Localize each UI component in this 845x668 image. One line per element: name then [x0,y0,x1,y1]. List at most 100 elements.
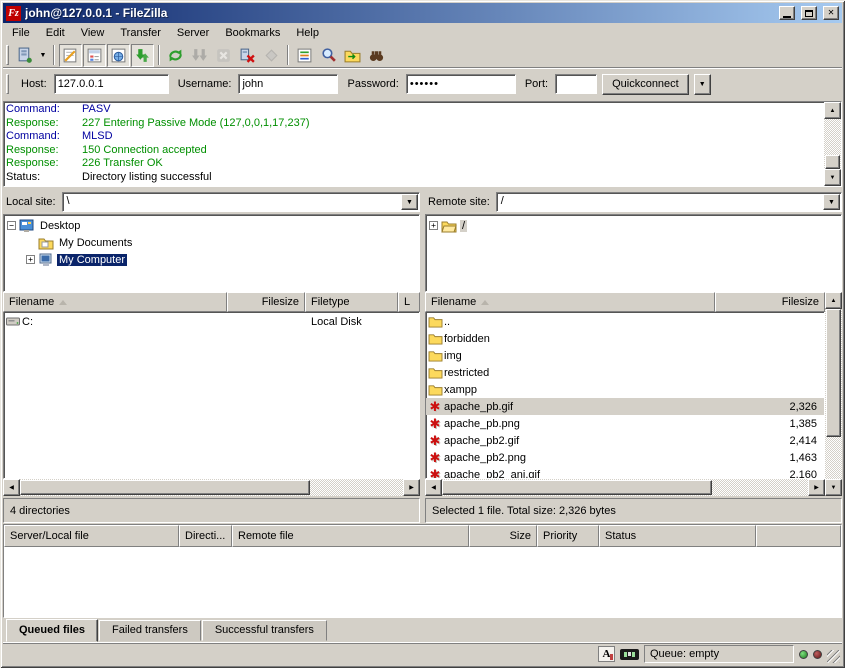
quickconnect-dropdown-button[interactable]: ▼ [694,74,711,95]
scroll-down-button[interactable]: ▼ [824,169,841,186]
tree-item-root[interactable]: + / [429,217,841,234]
local-pane: Local site: \ ▼ − Desktop My Documents [3,191,420,520]
column-server-local-file[interactable]: Server/Local file [4,525,179,547]
queue-body [4,547,841,617]
tab-failed-transfers[interactable]: Failed transfers [99,620,201,641]
remote-file-row[interactable]: restricted [426,364,824,381]
tab-queued-files[interactable]: Queued files [6,619,98,642]
queue-header: Server/Local file Directi... Remote file… [4,525,841,547]
local-site-combo[interactable]: \ ▼ [62,192,420,212]
toolbar-separator [53,45,55,65]
menu-server[interactable]: Server [169,25,217,41]
close-button[interactable]: ✕ [823,6,839,20]
title-bar: Fz john@127.0.0.1 - FileZilla ✕ [3,3,842,23]
remote-file-row[interactable]: ✱ apache_pb2.png 1,463 [426,449,824,466]
toggle-local-tree-button[interactable] [83,44,106,67]
remote-status-bar: Selected 1 file. Total size: 2,326 bytes [425,498,842,523]
menu-file[interactable]: File [4,25,38,41]
port-input[interactable] [555,74,597,94]
column-filesize[interactable]: Filesize [715,292,825,312]
tree-item-my-documents[interactable]: My Documents [7,234,419,251]
column-size[interactable]: Size [469,525,537,547]
scroll-thumb[interactable] [442,480,712,495]
toggle-log-button[interactable] [59,44,82,67]
column-last-modified[interactable]: L [398,292,420,312]
menu-view[interactable]: View [73,25,113,41]
log-scrollbar[interactable]: ▲ ▼ [824,102,841,186]
find-files-button[interactable] [365,44,388,67]
remote-file-row-selected[interactable]: ✱ apache_pb.gif 2,326 [426,398,824,415]
column-status[interactable]: Status [599,525,756,547]
column-priority[interactable]: Priority [537,525,599,547]
remote-file-row[interactable]: xampp [426,381,824,398]
log-line: Command:PASV [6,103,822,117]
menu-bookmarks[interactable]: Bookmarks [217,25,288,41]
synchronized-browsing-button[interactable] [341,44,364,67]
scroll-thumb[interactable] [825,155,840,169]
status-bar: A Queue: empty [3,642,842,665]
refresh-button[interactable] [164,44,187,67]
resize-grip[interactable] [827,650,840,663]
scroll-left-button[interactable]: ◀ [425,479,442,496]
remote-site-row: Remote site: / ▼ [425,191,842,213]
disconnect-button[interactable] [236,44,259,67]
log-lines: Command:PASV Response:227 Entering Passi… [4,102,824,186]
tree-item-my-computer[interactable]: + My Computer [7,251,419,268]
remote-vertical-scrollbar[interactable]: ▲ ▼ [825,292,842,496]
chevron-down-icon[interactable]: ▼ [823,194,840,210]
remote-file-row[interactable]: ✱ apache_pb2_ani.gif 2,160 [426,466,824,479]
remote-file-row[interactable]: .. [426,313,824,330]
toggle-remote-tree-button[interactable] [107,44,130,67]
scroll-up-button[interactable]: ▲ [824,102,841,119]
site-manager-dropdown-button[interactable]: ▼ [37,44,49,67]
column-filesize[interactable]: Filesize [227,292,305,312]
tree-item-desktop[interactable]: − Desktop [7,217,419,234]
close-icon: ✕ [828,8,834,18]
column-direction[interactable]: Directi... [179,525,232,547]
remote-file-row[interactable]: img [426,347,824,364]
directory-comparison-button[interactable] [317,44,340,67]
scroll-down-button[interactable]: ▼ [825,479,842,496]
menu-help[interactable]: Help [288,25,327,41]
scroll-right-button[interactable]: ▶ [403,479,420,496]
remote-tree-icon [110,47,127,64]
local-horizontal-scrollbar[interactable]: ◀ ▶ [3,479,420,496]
scroll-left-button[interactable]: ◀ [3,479,20,496]
column-filename[interactable]: Filename [425,292,715,312]
tab-successful-transfers[interactable]: Successful transfers [202,620,327,641]
scroll-right-button[interactable]: ▶ [808,479,825,496]
remote-horizontal-scrollbar[interactable]: ◀ ▶ [425,479,825,496]
cancel-operation-button[interactable] [212,44,235,67]
scroll-thumb[interactable] [826,309,841,437]
column-filename[interactable]: Filename [3,292,227,312]
host-input[interactable] [54,74,169,94]
filter-button[interactable] [293,44,316,67]
queue-tabs: Queued files Failed transfers Successful… [3,618,842,642]
quickconnect-button[interactable]: Quickconnect [602,74,689,95]
collapse-icon[interactable]: − [7,221,16,230]
scroll-thumb[interactable] [20,480,310,495]
column-remote-file[interactable]: Remote file [232,525,469,547]
password-input[interactable] [406,74,516,94]
scroll-up-button[interactable]: ▲ [825,292,842,309]
reconnect-button[interactable] [260,44,283,67]
toolbar-separator [287,45,289,65]
toggle-queue-button[interactable] [131,44,154,67]
remote-file-row[interactable]: ✱ apache_pb2.gif 2,414 [426,432,824,449]
remote-file-row[interactable]: forbidden [426,330,824,347]
remote-site-combo[interactable]: / ▼ [496,192,842,212]
minimize-button[interactable] [779,6,795,20]
username-input[interactable] [238,74,338,94]
process-queue-button[interactable] [188,44,211,67]
menu-transfer[interactable]: Transfer [112,25,169,41]
expand-icon[interactable]: + [429,221,438,230]
remote-file-row[interactable]: ✱ apache_pb.png 1,385 [426,415,824,432]
site-manager-button[interactable] [13,44,36,67]
column-filetype[interactable]: Filetype [305,292,398,312]
expand-icon[interactable]: + [26,255,35,264]
menu-edit[interactable]: Edit [38,25,73,41]
local-file-row[interactable]: C: Local Disk [4,313,419,330]
chevron-down-icon[interactable]: ▼ [401,194,418,210]
maximize-button[interactable] [801,6,817,20]
transfer-type-ascii-icon: A [598,646,615,662]
